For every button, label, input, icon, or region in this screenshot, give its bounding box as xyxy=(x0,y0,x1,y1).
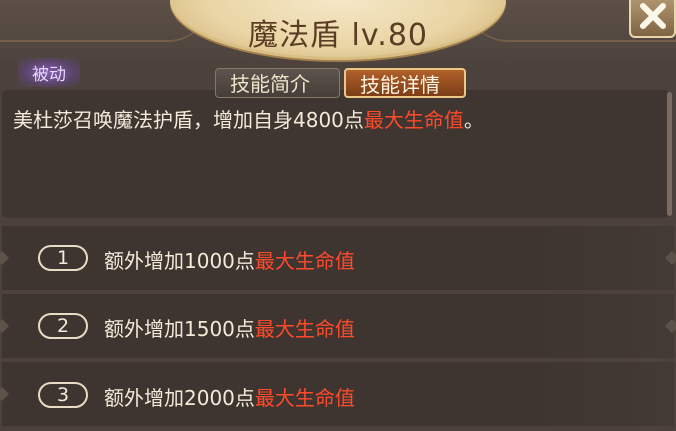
skill-description: 美杜莎召唤魔法护盾，增加自身4800点最大生命值。 xyxy=(13,104,484,133)
tab-skill-detail[interactable]: 技能详情 xyxy=(344,68,466,98)
row-diamond-left xyxy=(0,318,10,334)
bonus-index-badge: 1 xyxy=(38,245,88,271)
bonus-text: 额外增加1000点最大生命值 xyxy=(104,245,355,274)
skill-title: 魔法盾 lv.80 xyxy=(247,18,428,53)
row-diamond-right xyxy=(664,318,676,334)
bonus-text-highlight: 最大生命值 xyxy=(254,317,355,341)
passive-badge: 被动 xyxy=(18,58,80,87)
header-banner: 魔法盾 lv.80 xyxy=(0,0,676,70)
bonus-text-highlight: 最大生命值 xyxy=(254,249,355,273)
description-highlight: 最大生命值 xyxy=(363,108,464,132)
bonus-row-2: 2 额外增加1500点最大生命值 xyxy=(0,294,676,358)
description-text: 美杜莎召唤魔法护盾，增加自身4800点 xyxy=(13,108,364,132)
row-diamond-left xyxy=(0,386,10,402)
row-diamond-right xyxy=(664,250,676,266)
bonus-text-main: 额外增加2000点 xyxy=(104,386,255,410)
bonus-index-badge: 3 xyxy=(38,382,88,408)
close-icon xyxy=(639,3,666,29)
tab-skill-summary[interactable]: 技能简介 xyxy=(215,68,340,98)
row-diamond-left xyxy=(0,250,10,266)
bonus-text: 额外增加1500点最大生命值 xyxy=(104,313,355,342)
close-button[interactable] xyxy=(629,0,676,38)
bonus-row-1: 1 额外增加1000点最大生命值 xyxy=(0,226,676,290)
bonus-row-3: 3 额外增加2000点最大生命值 xyxy=(0,362,674,426)
description-suffix: 。 xyxy=(463,108,484,132)
bonus-text: 额外增加2000点最大生命值 xyxy=(104,382,355,411)
bonus-text-main: 额外增加1500点 xyxy=(104,317,255,341)
description-scrollbar[interactable] xyxy=(667,92,672,216)
bonus-text-highlight: 最大生命值 xyxy=(254,386,355,410)
bonus-text-main: 额外增加1000点 xyxy=(104,249,255,273)
bonus-index-badge: 2 xyxy=(38,313,88,339)
skill-detail-panel: 魔法盾 lv.80 被动 技能简介 技能详情 美杜莎召唤魔法护盾，增加自身480… xyxy=(0,0,676,431)
